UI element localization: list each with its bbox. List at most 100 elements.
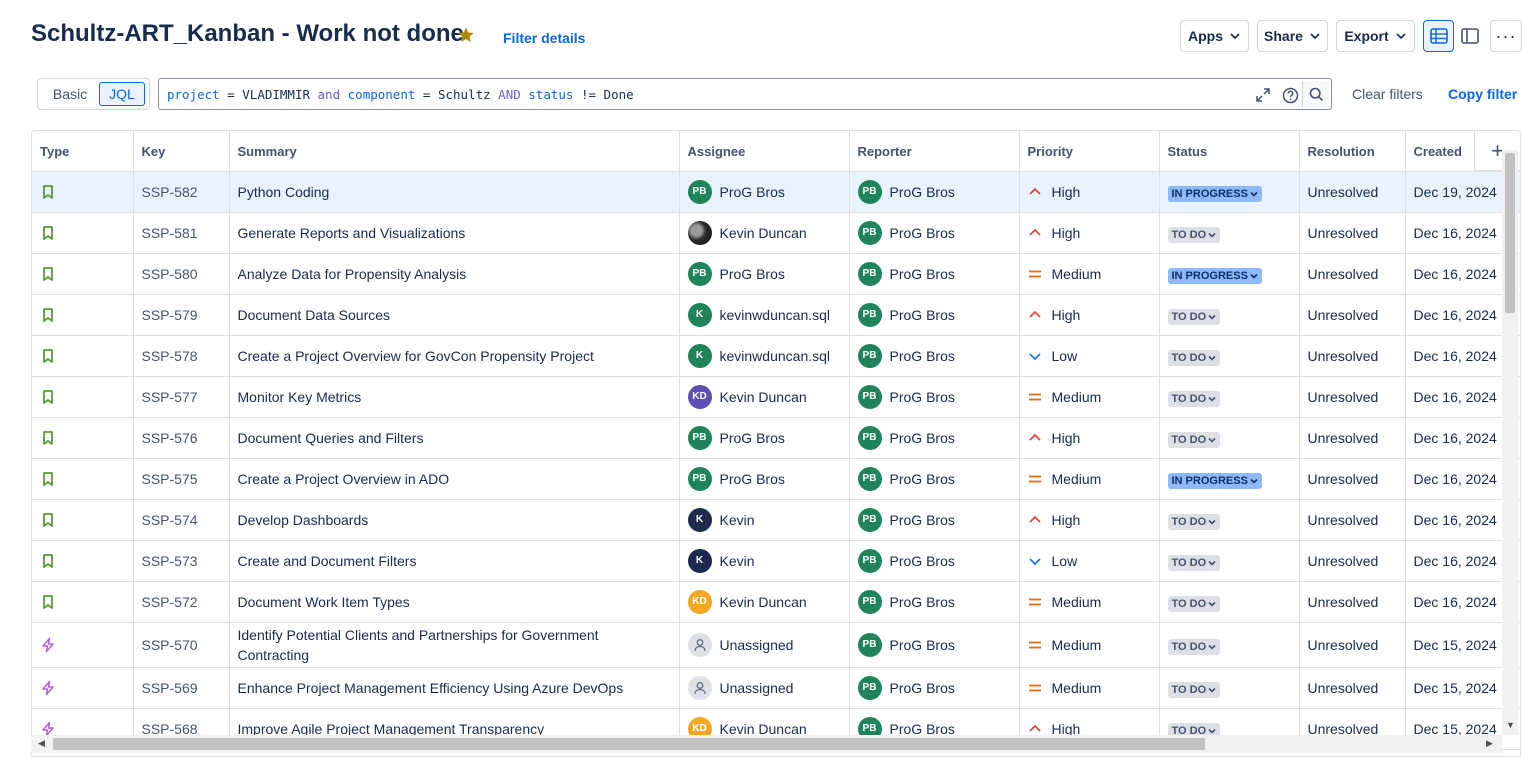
priority-cell[interactable]: Low (1019, 540, 1160, 582)
priority-cell[interactable]: Medium (1019, 581, 1160, 623)
table-row[interactable]: SSP-574 Develop Dashboards K Kevin PB ProG Br… (32, 499, 1520, 541)
priority-cell[interactable]: High (1019, 294, 1160, 336)
status-dropdown[interactable]: TO DO (1167, 596, 1221, 612)
detail-view-button[interactable] (1454, 20, 1485, 52)
reporter-cell[interactable]: PB ProG Bros (849, 581, 1020, 623)
status-dropdown[interactable]: TO DO (1167, 391, 1221, 407)
priority-cell[interactable]: High (1019, 417, 1160, 459)
vertical-scrollbar[interactable]: ▼ (1502, 150, 1518, 735)
assignee-cell[interactable]: KD Kevin Duncan (679, 581, 850, 623)
reporter-cell[interactable]: PB ProG Bros (849, 499, 1020, 541)
priority-cell[interactable]: Medium (1019, 458, 1160, 500)
assignee-cell[interactable]: Kevin Duncan (679, 212, 850, 254)
table-row[interactable]: SSP-579 Document Data Sources Kkevinwdunca… (32, 294, 1520, 336)
horizontal-scrollbar[interactable]: ◀ ▶ (31, 735, 1502, 753)
reporter-cell[interactable]: PB ProG Bros (849, 294, 1020, 336)
table-row[interactable]: SSP-570 Identify Potential Clients and Pa… (32, 622, 1520, 668)
summary-link[interactable]: Monitor Key Metrics (229, 376, 680, 418)
issue-key-link[interactable]: SSP-574 (133, 499, 230, 541)
reporter-cell[interactable]: PB ProG Bros (849, 667, 1020, 709)
priority-cell[interactable]: Low (1019, 335, 1160, 377)
list-view-button[interactable] (1423, 20, 1454, 52)
reporter-cell[interactable]: PB ProG Bros (849, 335, 1020, 377)
summary-link[interactable]: Analyze Data for Propensity Analysis (229, 253, 680, 295)
table-row[interactable]: SSP-580 Analyze Data for Propensity Analy… (32, 253, 1520, 295)
priority-cell[interactable]: High (1019, 212, 1160, 254)
horizontal-scroll-thumb[interactable] (53, 738, 1205, 750)
summary-link[interactable]: Create a Project Overview for GovCon Pro… (229, 335, 680, 377)
issue-key-link[interactable]: SSP-578 (133, 335, 230, 377)
status-dropdown[interactable]: TO DO (1167, 682, 1221, 698)
column-header-assignee[interactable]: Assignee (679, 131, 850, 172)
issue-key-link[interactable]: SSP-577 (133, 376, 230, 418)
summary-link[interactable]: Create a Project Overview in ADO (229, 458, 680, 500)
issue-key-link[interactable]: SSP-576 (133, 417, 230, 459)
assignee-cell[interactable]: KD Kevin Duncan (679, 376, 850, 418)
reporter-cell[interactable]: PB ProG Bros (849, 376, 1020, 418)
table-row[interactable]: SSP-573 Create and Document Filters K Kevin… (32, 540, 1520, 582)
status-dropdown[interactable]: TO DO (1167, 555, 1221, 571)
status-dropdown[interactable]: IN PROGRESS (1167, 186, 1262, 202)
summary-link[interactable]: Document Data Sources (229, 294, 680, 336)
column-header-summary[interactable]: Summary (229, 131, 680, 172)
status-dropdown[interactable]: TO DO (1167, 514, 1221, 530)
status-dropdown[interactable]: TO DO (1167, 432, 1221, 448)
priority-cell[interactable]: Medium (1019, 253, 1160, 295)
priority-cell[interactable]: Medium (1019, 622, 1160, 668)
reporter-cell[interactable]: PB ProG Bros (849, 458, 1020, 500)
issue-key-link[interactable]: SSP-573 (133, 540, 230, 582)
column-header-reporter[interactable]: Reporter (849, 131, 1020, 172)
summary-link[interactable]: Document Queries and Filters (229, 417, 680, 459)
priority-cell[interactable]: High (1019, 171, 1160, 213)
table-row[interactable]: SSP-576 Document Queries and Filters PB Pro… (32, 417, 1520, 459)
scroll-down-arrow[interactable]: ▼ (1506, 720, 1515, 730)
search-button[interactable] (1302, 81, 1329, 107)
apps-button[interactable]: Apps (1180, 20, 1249, 52)
summary-link[interactable]: Identify Potential Clients and Partnersh… (229, 622, 680, 668)
status-dropdown[interactable]: TO DO (1167, 350, 1221, 366)
reporter-cell[interactable]: PB ProG Bros (849, 540, 1020, 582)
issue-key-link[interactable]: SSP-581 (133, 212, 230, 254)
reporter-cell[interactable]: PB ProG Bros (849, 171, 1020, 213)
copy-filter-button[interactable]: Copy filter (1448, 86, 1517, 102)
column-header-key[interactable]: Key (133, 131, 230, 172)
summary-link[interactable]: Generate Reports and Visualizations (229, 212, 680, 254)
issue-key-link[interactable]: SSP-580 (133, 253, 230, 295)
table-row[interactable]: SSP-577 Monitor Key Metrics KD Kevin Duncan… (32, 376, 1520, 418)
scroll-left-arrow[interactable]: ◀ (38, 738, 45, 749)
assignee-cell[interactable]: PB ProG Bros (679, 417, 850, 459)
clear-filters-button[interactable]: Clear filters (1352, 86, 1423, 102)
scroll-right-arrow[interactable]: ▶ (1486, 738, 1493, 749)
assignee-cell[interactable]: PB ProG Bros (679, 171, 850, 213)
assignee-cell[interactable]: Kkevinwduncan.sql (679, 294, 850, 336)
summary-link[interactable]: Python Coding (229, 171, 680, 213)
export-button[interactable]: Export (1336, 20, 1415, 52)
column-header-type[interactable]: Type (32, 131, 134, 172)
table-row[interactable]: SSP-582 Python Coding PB ProG Bros PB ProG Br… (32, 171, 1520, 213)
assignee-cell[interactable]: Unassigned (679, 667, 850, 709)
assignee-cell[interactable]: PB ProG Bros (679, 458, 850, 500)
issue-key-link[interactable]: SSP-570 (133, 622, 230, 668)
help-icon[interactable] (1281, 86, 1299, 104)
jql-mode-button[interactable]: JQL (99, 82, 145, 106)
issue-key-link[interactable]: SSP-572 (133, 581, 230, 623)
summary-link[interactable]: Enhance Project Management Efficiency Us… (229, 667, 680, 709)
reporter-cell[interactable]: PB ProG Bros (849, 212, 1020, 254)
status-dropdown[interactable]: IN PROGRESS (1167, 268, 1262, 284)
status-dropdown[interactable]: TO DO (1167, 639, 1221, 655)
more-actions-button[interactable]: ··· (1490, 20, 1522, 52)
share-button[interactable]: Share (1257, 20, 1328, 52)
issue-key-link[interactable]: SSP-569 (133, 667, 230, 709)
status-dropdown[interactable]: IN PROGRESS (1167, 473, 1262, 489)
assignee-cell[interactable]: Unassigned (679, 622, 850, 668)
issue-key-link[interactable]: SSP-582 (133, 171, 230, 213)
issue-key-link[interactable]: SSP-579 (133, 294, 230, 336)
summary-link[interactable]: Create and Document Filters (229, 540, 680, 582)
reporter-cell[interactable]: PB ProG Bros (849, 253, 1020, 295)
basic-mode-button[interactable]: Basic (41, 82, 99, 106)
expand-icon[interactable] (1254, 86, 1272, 104)
assignee-cell[interactable]: K Kevin (679, 540, 850, 582)
table-row[interactable]: SSP-581 Generate Reports and Visualizatio… (32, 212, 1520, 254)
issue-key-link[interactable]: SSP-575 (133, 458, 230, 500)
column-header-priority[interactable]: Priority (1019, 131, 1160, 172)
